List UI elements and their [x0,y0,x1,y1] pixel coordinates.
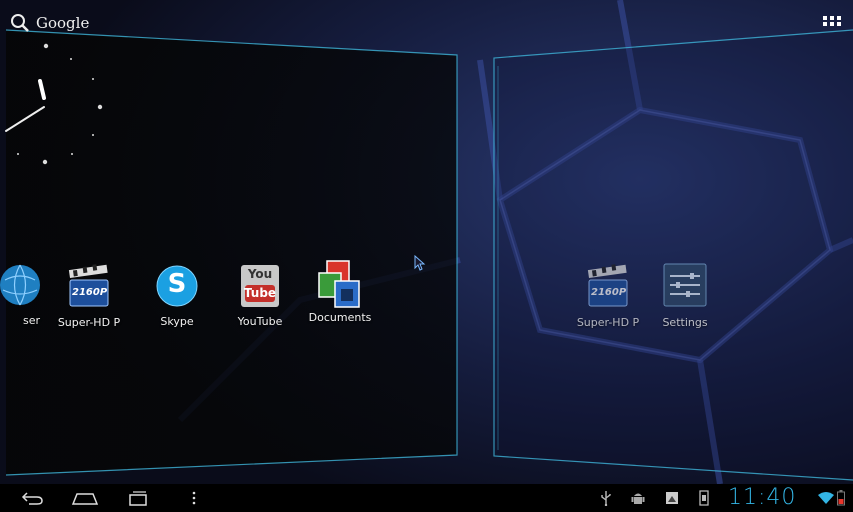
back-button[interactable] [18,488,48,508]
search-label: Google [36,14,90,32]
app-label: Documents [308,311,372,324]
app-label: Super-HD P [576,316,640,329]
app-label: YouTube [237,315,283,328]
recent-apps-button[interactable] [123,488,153,508]
app-youtube[interactable]: You Tube YouTube [218,263,302,328]
sd-card-icon [696,490,712,506]
skype-glyph: S [167,269,187,299]
system-navigation-bar: 11:40 [0,484,853,512]
app-super-hd-player[interactable]: 2160P Super-HD P [47,264,131,329]
app-skype[interactable]: S Skype [135,263,219,328]
search-icon [11,14,29,32]
app-settings[interactable]: Settings [643,262,727,329]
android-debug-icon [630,490,646,506]
wifi-icon [818,490,834,506]
badge-text: 2160P [72,287,108,298]
app-label: Settings [662,316,708,329]
clapperboard-icon: 2160P [585,264,631,310]
screenshot-notification-icon [664,490,680,506]
home-button[interactable] [70,488,100,508]
skype-icon: S [154,263,200,309]
home-icon [71,493,99,505]
apps-grid-icon [823,16,841,26]
settings-sliders-icon [662,262,708,308]
mouse-cursor-icon [414,255,426,271]
app-super-hd-player-right[interactable]: 2160P Super-HD P [566,264,650,329]
menu-button[interactable] [179,488,209,508]
documents-icon [315,259,365,309]
app-label: Super-HD P [57,316,121,329]
clapperboard-icon: 2160P [66,264,112,310]
minute-hand [5,106,45,132]
back-icon [21,492,43,505]
menu-dots-icon [192,491,196,505]
globe-icon [0,262,43,308]
all-apps-button[interactable] [821,12,843,34]
battery-low-icon [835,490,847,506]
status-clock[interactable]: 11:40 [728,484,796,512]
youtube-top-text: You [247,267,273,281]
app-label: Skype [160,315,194,328]
recent-apps-icon [129,491,147,506]
wallpaper [0,0,853,512]
badge-text: 2160P [591,287,627,298]
google-search-bar[interactable]: Google [10,10,89,36]
youtube-bottom-text: Tube [243,286,277,300]
analog-clock-widget[interactable] [0,36,110,176]
hour-hand [38,79,46,100]
youtube-icon: You Tube [237,263,283,309]
app-documents[interactable]: Documents [298,259,382,324]
usb-icon [598,490,614,506]
